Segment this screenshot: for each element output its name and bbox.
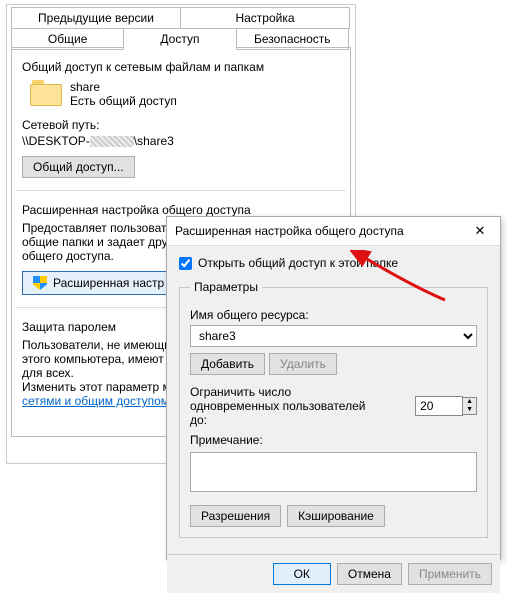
share-folder-checkbox-row[interactable]: Открыть общий доступ к этой папке (179, 256, 488, 270)
limit-users-input[interactable] (415, 396, 463, 416)
folder-name: share (70, 80, 177, 94)
parameters-legend: Параметры (190, 280, 262, 294)
share-folder-checkbox[interactable] (179, 257, 192, 270)
note-label: Примечание: (190, 433, 477, 447)
parameters-group: Параметры Имя общего ресурса: share3 Доб… (179, 280, 488, 538)
remove-button: Удалить (269, 353, 337, 375)
close-icon[interactable]: ✕ (468, 223, 492, 239)
folder-icon (30, 80, 62, 108)
share-name-combo[interactable]: share3 (190, 325, 477, 347)
dialog-title: Расширенная настройка общего доступа (175, 224, 404, 238)
permissions-button[interactable]: Разрешения (190, 505, 281, 527)
network-sharing-label: Общий доступ к сетевым файлам и папкам (22, 60, 340, 74)
properties-tabs: Предыдущие версии Настройка Общие Доступ… (11, 7, 351, 49)
uac-shield-icon (33, 276, 47, 290)
ok-button[interactable]: ОК (273, 563, 331, 585)
network-path-label: Сетевой путь: (22, 118, 340, 132)
apply-button: Применить (408, 563, 492, 585)
network-path-value: \\DESKTOP-\share3 (22, 134, 340, 148)
cancel-button[interactable]: Отмена (337, 563, 402, 585)
share-name-label: Имя общего ресурса: (190, 308, 477, 322)
tab-sharing[interactable]: Доступ (123, 28, 236, 50)
tab-previous-versions[interactable]: Предыдущие версии (11, 7, 181, 29)
advanced-sharing-dialog: Расширенная настройка общего доступа ✕ О… (166, 216, 501, 560)
tab-customize[interactable]: Настройка (180, 7, 350, 29)
redacted-hostname (90, 136, 134, 147)
network-sharing-center-link[interactable]: сетями и общим доступом (22, 394, 169, 408)
note-textarea[interactable] (190, 452, 477, 492)
share-state: Есть общий доступ (70, 94, 177, 108)
limit-users-label: Ограничить число одновременных пользоват… (190, 385, 380, 427)
caching-button[interactable]: Кэширование (287, 505, 385, 527)
share-folder-checkbox-label: Открыть общий доступ к этой папке (198, 256, 398, 270)
limit-users-spinner[interactable]: ▲▼ (415, 396, 477, 416)
advanced-sharing-title: Расширенная настройка общего доступа (22, 203, 340, 217)
spinner-up[interactable]: ▲ (463, 398, 476, 406)
share-button[interactable]: Общий доступ... (22, 156, 135, 178)
spinner-down[interactable]: ▼ (463, 406, 476, 414)
add-button[interactable]: Добавить (190, 353, 265, 375)
